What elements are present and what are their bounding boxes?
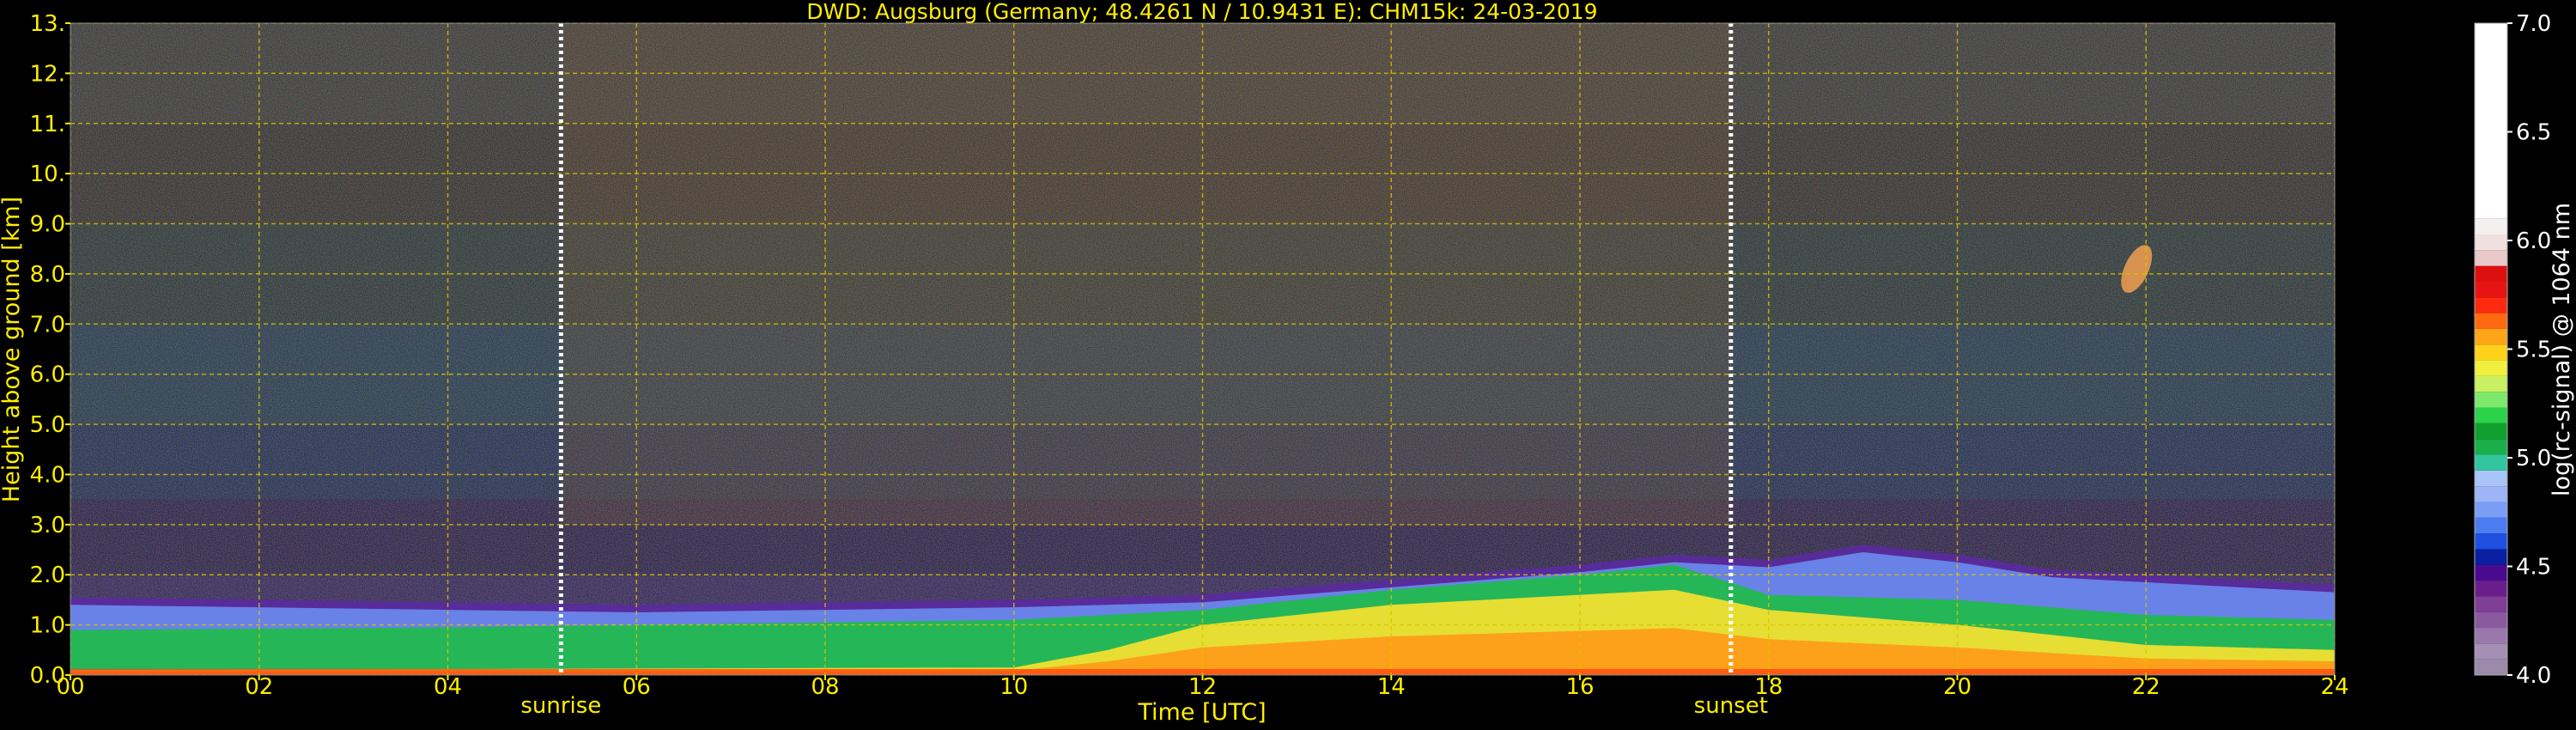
y-tick-label: 7.0 [30, 312, 65, 338]
ceilometer-chart: DWD: Augsburg (Germany; 48.4261 N / 10.9… [0, 0, 2575, 726]
colorbar-segment [2475, 218, 2507, 235]
colorbar-tick-label: 5.5 [2516, 338, 2551, 363]
colorbar-segment [2475, 234, 2507, 251]
colorbar-segment [2475, 470, 2507, 487]
colorbar-segment [2475, 549, 2507, 565]
x-tick-label: 12 [1188, 674, 1217, 700]
colorbar-segment [2475, 360, 2507, 376]
colorbar [2474, 22, 2508, 676]
sunset-label: sunset [1694, 693, 1768, 719]
colorbar-segment [2475, 423, 2507, 440]
colorbar-segment [2475, 328, 2507, 345]
colorbar-segment [2475, 643, 2507, 660]
colorbar-segment [2475, 407, 2507, 423]
colorbar-tick-label: 4.5 [2516, 555, 2551, 581]
x-tick-label: 02 [245, 674, 273, 700]
y-tick-label: 5.0 [30, 412, 65, 438]
colorbar-segment [2475, 297, 2507, 313]
colorbar-tick-label: 6.0 [2516, 228, 2551, 254]
colorbar-segment [2475, 533, 2507, 550]
colorbar-segment [2475, 375, 2507, 392]
y-tick-label: 8.0 [30, 262, 65, 288]
colorbar-segment [2475, 313, 2507, 329]
colorbar-segment [2475, 517, 2507, 534]
colorbar-segment [2475, 344, 2507, 361]
x-tick-label: 08 [811, 674, 839, 700]
colorbar-segment [2475, 581, 2507, 597]
y-tick-label: 13. [30, 11, 65, 37]
y-tick-label: 12. [30, 61, 65, 87]
sunrise-label: sunrise [520, 693, 601, 719]
x-axis-ticks: 00 02 04 06 08 10 12 14 16 18 20 22 24 [56, 674, 2348, 700]
colorbar-tick-label: 5.0 [2516, 446, 2551, 471]
colorbar-tick-label: 7.0 [2516, 11, 2551, 37]
colorbar-segment [2475, 564, 2507, 581]
x-tick-label: 22 [2132, 674, 2160, 700]
colorbar-segment [2475, 23, 2507, 219]
colorbar-segment [2475, 628, 2507, 644]
y-axis-ticks: 0.0 1.0 2.0 3.0 4.0 5.0 6.0 7.0 8.0 9.0 10. 11. 12. 1… [30, 11, 70, 689]
y-tick-label: 4.0 [30, 462, 65, 488]
y-axis-label: Height above ground [km] [0, 197, 25, 502]
y-tick-label: 10. [30, 161, 65, 187]
x-tick-label: 16 [1565, 674, 1594, 700]
colorbar-segment [2475, 265, 2507, 282]
x-tick-label: 14 [1377, 674, 1406, 700]
colorbar-label: log(rc-signal) @ 1064 nm [2549, 203, 2575, 496]
y-tick-label: 6.0 [30, 362, 65, 388]
x-tick-label: 10 [999, 674, 1028, 700]
colorbar-tick-label: 6.5 [2516, 120, 2551, 146]
colorbar-segment [2475, 439, 2507, 455]
colorbar-segment [2475, 281, 2507, 298]
colorbar-segment [2475, 392, 2507, 408]
colorbar-segment [2475, 486, 2507, 502]
x-tick-label: 20 [1943, 674, 1971, 700]
y-tick-label: 2.0 [30, 563, 65, 588]
chart-title: DWD: Augsburg (Germany; 48.4261 N / 10.9… [806, 0, 1597, 24]
x-tick-label: 06 [623, 674, 651, 700]
x-tick-label: 04 [434, 674, 462, 700]
x-tick-label: 24 [2320, 674, 2348, 700]
y-tick-label: 9.0 [30, 212, 65, 238]
colorbar-segment [2475, 659, 2507, 675]
colorbar-segment [2475, 250, 2507, 266]
colorbar-segment [2475, 502, 2507, 518]
colorbar-tick-label: 4.0 [2516, 663, 2551, 689]
x-axis-label: Time [UTC] [1137, 699, 1266, 726]
y-tick-label: 0.0 [30, 663, 65, 689]
colorbar-segment [2475, 611, 2507, 629]
y-tick-label: 11. [30, 112, 65, 137]
y-tick-label: 3.0 [30, 513, 65, 538]
colorbar-ticks: 4.0 4.5 5.0 5.5 6.0 6.5 7.0 [2507, 11, 2551, 689]
colorbar-segment [2475, 596, 2507, 612]
colorbar-segment [2475, 454, 2507, 471]
y-tick-label: 1.0 [30, 613, 65, 639]
